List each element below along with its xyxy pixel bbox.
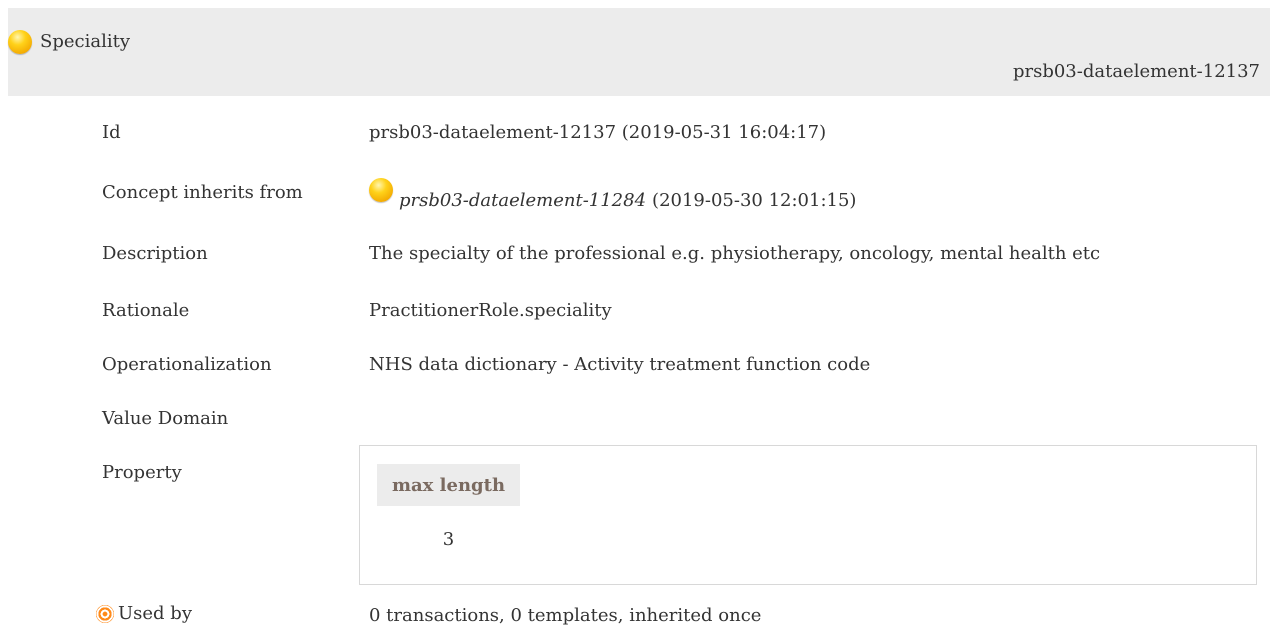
- description-label: Description: [102, 243, 208, 264]
- concept-id: prsb03-dataelement-12137: [1012, 61, 1260, 82]
- used-by-label-group: Used by: [96, 603, 192, 624]
- inherits-link[interactable]: prsb03-dataelement-11284: [399, 192, 646, 210]
- inherits-label: Concept inherits from: [102, 182, 303, 203]
- target-icon: [96, 605, 114, 623]
- value-domain-label: Value Domain: [102, 408, 229, 429]
- property-column-value: 3: [442, 529, 455, 550]
- used-by-label: Used by: [118, 603, 192, 624]
- rationale-value: PractitionerRole.speciality: [369, 300, 612, 321]
- status-dot-icon: [8, 30, 32, 54]
- property-label: Property: [102, 462, 182, 483]
- used-by-value: 0 transactions, 0 templates, inherited o…: [369, 605, 762, 626]
- operationalization-label: Operationalization: [102, 354, 272, 375]
- id-value: prsb03-dataelement-12137 (2019-05-31 16:…: [369, 122, 827, 143]
- rationale-label: Rationale: [102, 300, 190, 321]
- inherits-date: (2019-05-30 12:01:15): [652, 190, 857, 211]
- concept-header: Speciality prsb03-dataelement-12137: [8, 8, 1270, 96]
- concept-name: Speciality: [40, 31, 130, 52]
- description-value: The specialty of the professional e.g. p…: [369, 243, 1101, 264]
- property-table: max length 3: [359, 445, 1257, 585]
- status-dot-icon: [369, 178, 393, 202]
- concept-title: Speciality: [8, 30, 130, 54]
- property-column-header: max length: [377, 464, 520, 506]
- inherits-value: prsb03-dataelement-11284 (2019-05-30 12:…: [369, 174, 856, 210]
- id-label: Id: [102, 122, 121, 143]
- operationalization-value: NHS data dictionary - Activity treatment…: [369, 354, 871, 375]
